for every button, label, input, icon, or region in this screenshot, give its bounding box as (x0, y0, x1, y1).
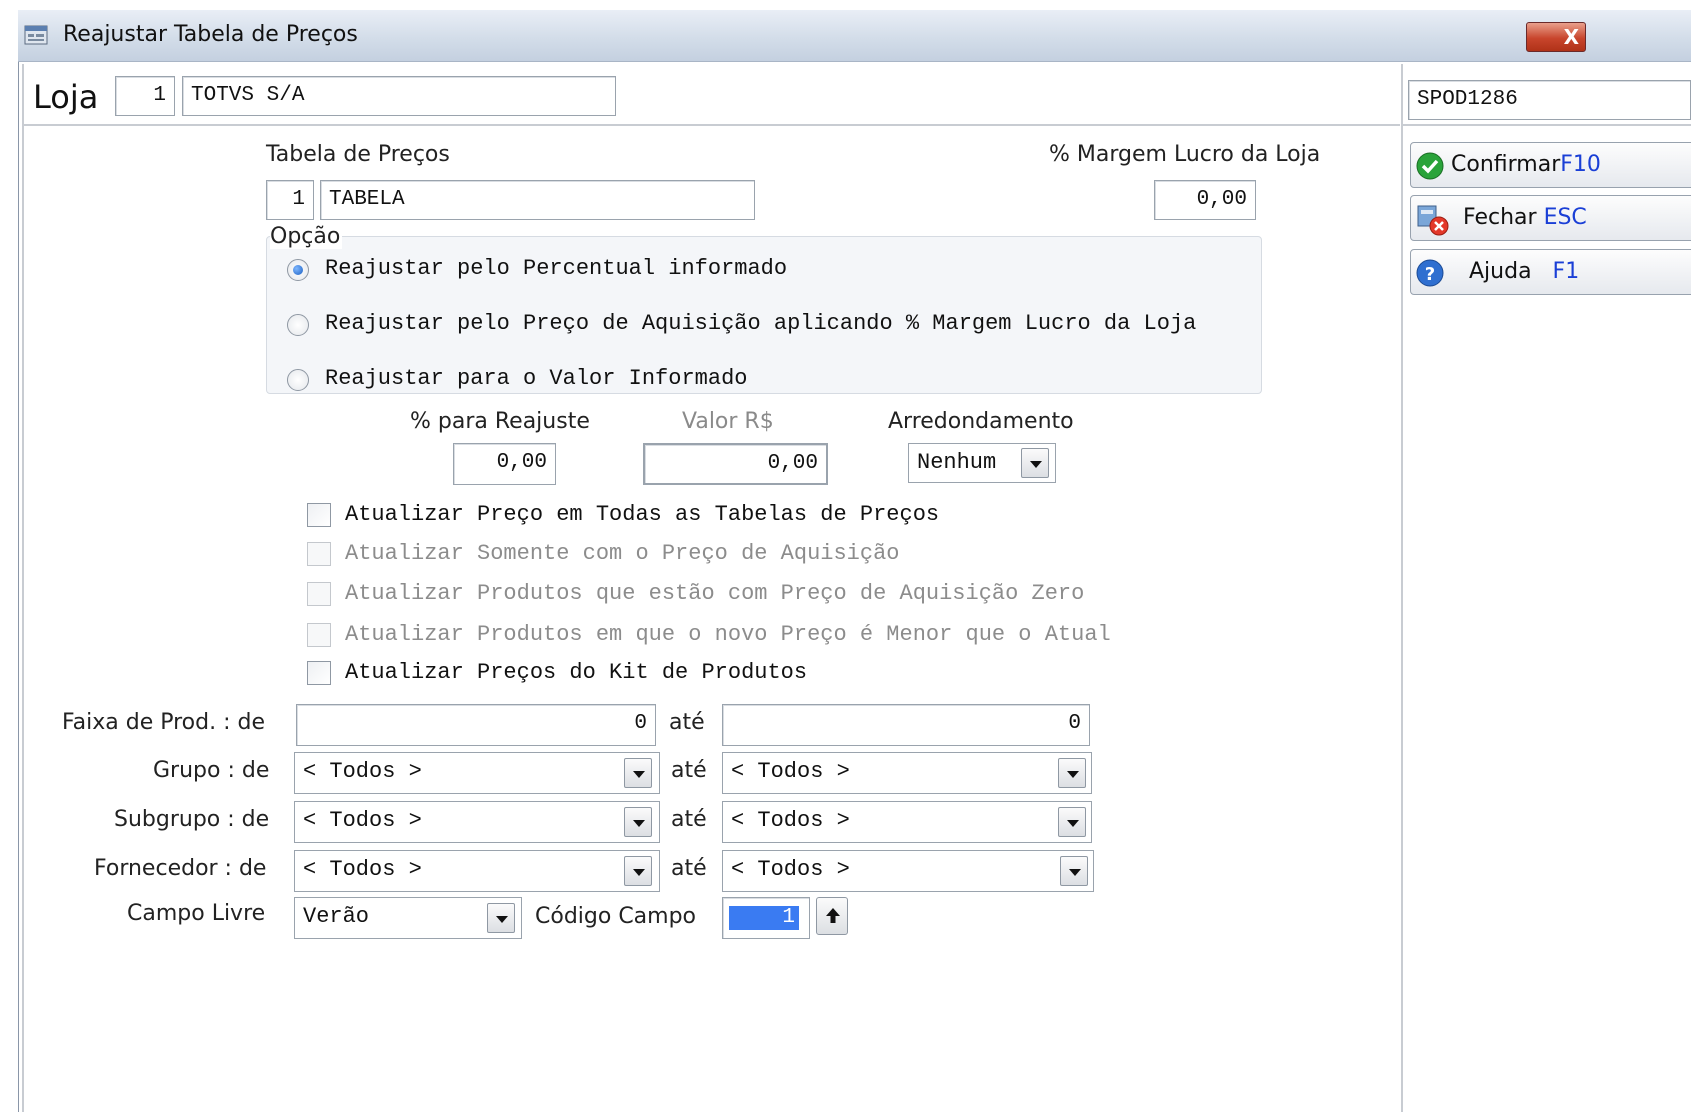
loja-name-field[interactable]: TOTVS S/A (182, 76, 616, 116)
check-preco-menor (307, 623, 331, 647)
tabela-code-field[interactable]: 1 (266, 180, 314, 220)
ajuda-label: Ajuda (1469, 259, 1532, 284)
check-kit-produtos[interactable] (307, 661, 331, 685)
fechar-label: Fechar (1463, 205, 1537, 230)
subgrupo-to-select[interactable]: < Todos > (722, 801, 1092, 843)
fechar-shortcut: ESC (1543, 205, 1587, 230)
grupo-from-dropdown-icon[interactable] (624, 758, 652, 788)
arredondamento-dropdown-icon[interactable] (1021, 448, 1049, 478)
subgrupo-label: Subgrupo : de (114, 807, 270, 832)
codigo-campo-field[interactable]: 1 (722, 897, 810, 939)
grupo-to-dropdown-icon[interactable] (1058, 758, 1086, 788)
confirmar-button[interactable]: ConfirmarF10 (1410, 142, 1691, 188)
radio-preco-aquisicao[interactable] (287, 314, 309, 336)
margem-label: % Margem Lucro da Loja (1049, 142, 1321, 167)
check-aquisicao-zero (307, 582, 331, 606)
loja-label: Loja (33, 78, 99, 116)
campo-livre-label: Campo Livre (127, 901, 266, 926)
close-button[interactable]: X (1526, 22, 1586, 52)
grupo-from-select[interactable]: < Todos > (294, 752, 660, 794)
fornecedor-label: Fornecedor : de (94, 856, 267, 881)
fornecedor-to-select[interactable]: < Todos > (722, 850, 1094, 892)
fechar-button[interactable]: Fechar ESC (1410, 195, 1691, 241)
check-aquisicao-zero-label: Atualizar Produtos que estão com Preço d… (345, 581, 1085, 606)
subgrupo-ate-label: até (671, 807, 707, 832)
check-todas-tabelas-label[interactable]: Atualizar Preço em Todas as Tabelas de P… (345, 502, 939, 527)
close-app-icon (1415, 202, 1449, 236)
opcao-legend: Opção (270, 224, 343, 249)
confirmar-label: Confirmar (1451, 152, 1561, 177)
fornecedor-from-dropdown-icon[interactable] (624, 856, 652, 886)
subgrupo-to-dropdown-icon[interactable] (1058, 807, 1086, 837)
grupo-ate-label: até (671, 758, 707, 783)
tabela-name-field[interactable]: TABELA (320, 180, 755, 220)
radio-preco-aquisicao-label[interactable]: Reajustar pelo Preço de Aquisição aplica… (325, 311, 1196, 336)
radio-percentual[interactable] (287, 259, 309, 281)
loja-code-field[interactable]: 1 (115, 76, 175, 116)
margem-field[interactable]: 0,00 (1154, 180, 1256, 220)
check-circle-icon (1415, 151, 1445, 181)
grupo-label: Grupo : de (153, 758, 270, 783)
codigo-campo-value: 1 (729, 906, 799, 930)
user-code-field: SPOD1286 (1408, 80, 1691, 120)
codigo-campo-spin-button[interactable] (816, 897, 848, 935)
ajuda-shortcut: F1 (1552, 259, 1580, 284)
check-somente-aquisicao (307, 542, 331, 566)
subgrupo-from-select[interactable]: < Todos > (294, 801, 660, 843)
check-todas-tabelas[interactable] (307, 503, 331, 527)
faixa-ate-label: até (669, 710, 705, 735)
svg-text:?: ? (1425, 264, 1435, 285)
percent-reajuste-label: % para Reajuste (410, 409, 590, 434)
radio-valor-informado[interactable] (287, 369, 309, 391)
tabela-label: Tabela de Preços (266, 142, 450, 167)
check-kit-produtos-label[interactable]: Atualizar Preços do Kit de Produtos (345, 660, 807, 685)
radio-percentual-label[interactable]: Reajustar pelo Percentual informado (325, 256, 787, 281)
help-icon: ? (1415, 258, 1445, 288)
campo-livre-dropdown-icon[interactable] (487, 903, 515, 933)
panel-divider (1401, 64, 1403, 1112)
check-somente-aquisicao-label: Atualizar Somente com o Preço de Aquisiç… (345, 541, 900, 566)
faixa-to-field[interactable]: 0 (722, 704, 1090, 746)
percent-reajuste-field[interactable]: 0,00 (453, 443, 556, 485)
subgrupo-from-dropdown-icon[interactable] (624, 807, 652, 837)
codigo-campo-label: Código Campo (535, 904, 697, 929)
faixa-from-field[interactable]: 0 (296, 704, 656, 746)
window-title: Reajustar Tabela de Preços (63, 22, 358, 47)
valor-label: Valor R$ (682, 409, 774, 434)
panel-divider (1403, 124, 1691, 126)
valor-field[interactable]: 0,00 (643, 443, 828, 485)
faixa-label: Faixa de Prod. : de (62, 710, 265, 735)
arrow-up-icon (823, 906, 843, 926)
fornecedor-ate-label: até (671, 856, 707, 881)
confirmar-shortcut: F10 (1560, 152, 1601, 177)
fornecedor-from-select[interactable]: < Todos > (294, 850, 660, 892)
frame-edge (22, 64, 24, 1112)
app-icon (24, 22, 50, 46)
ajuda-button[interactable]: ? Ajuda F1 (1410, 249, 1691, 295)
arredondamento-label: Arredondamento (888, 409, 1074, 434)
check-preco-menor-label: Atualizar Produtos em que o novo Preço é… (345, 622, 1111, 647)
grupo-to-select[interactable]: < Todos > (722, 752, 1092, 794)
fornecedor-to-dropdown-icon[interactable] (1060, 856, 1088, 886)
radio-valor-informado-label[interactable]: Reajustar para o Valor Informado (325, 366, 747, 391)
